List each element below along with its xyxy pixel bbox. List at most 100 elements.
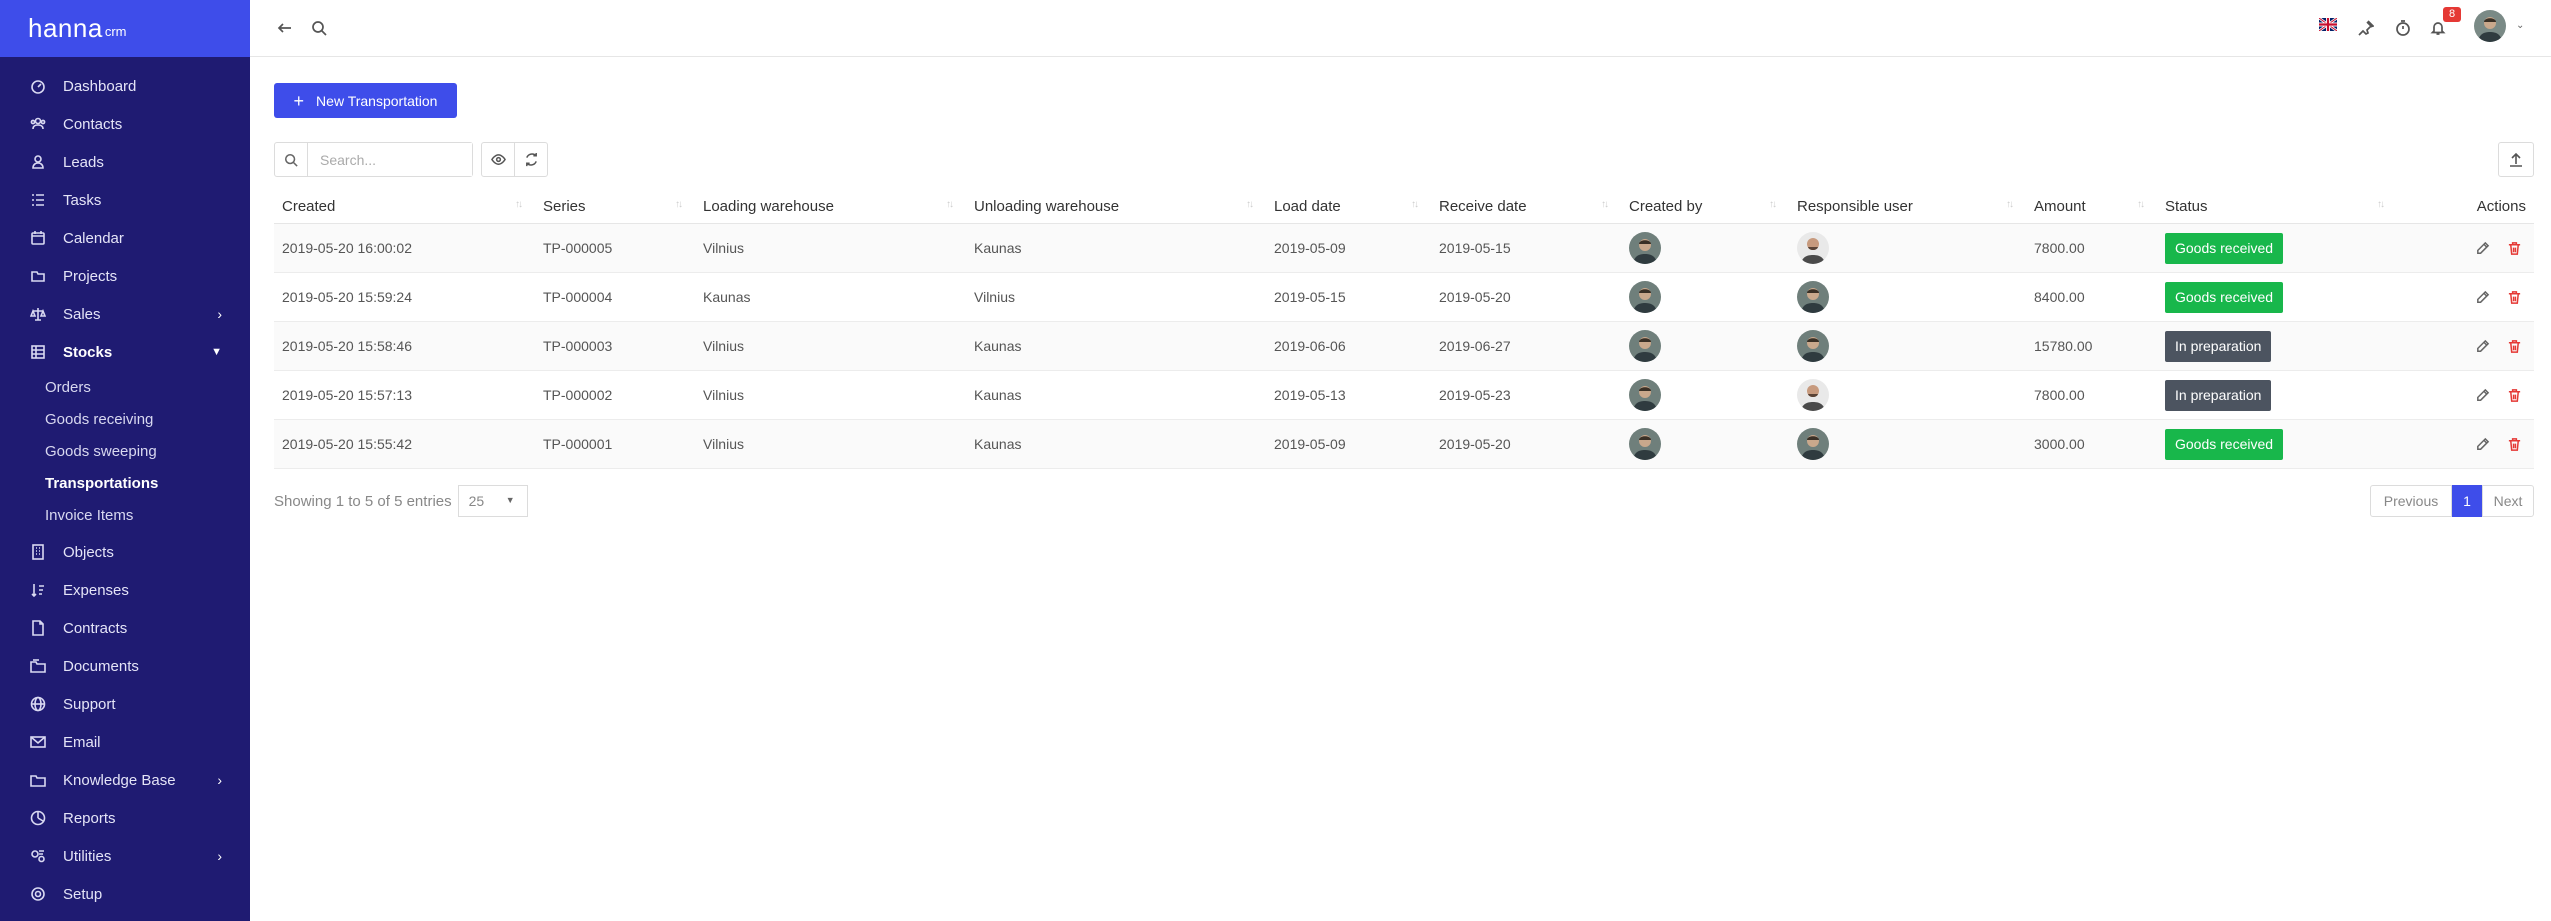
email-icon — [29, 733, 47, 751]
cell-actions — [2397, 321, 2534, 371]
table-row[interactable]: 2019-05-20 16:00:02 TP-000005 Vilnius Kauna… — [274, 223, 2534, 273]
column-header-responsible-user[interactable]: Responsible user ↑↓ — [1789, 189, 2026, 224]
table-row[interactable]: 2019-05-20 15:55:42 TP-000001 Vilnius Kauna… — [274, 419, 2534, 469]
column-header-status[interactable]: Status ↑↓ — [2157, 189, 2397, 224]
cell-receive-date: 2019-05-15 — [1431, 223, 1621, 273]
table-footer: Showing 1 to 5 of 5 entries 25 ▼ — [274, 485, 528, 517]
sidebar-item-label: Dashboard — [63, 77, 137, 95]
trash-icon[interactable] — [2502, 334, 2526, 358]
column-header-created[interactable]: Created ↑↓ — [274, 189, 535, 224]
column-header-loading-warehouse[interactable]: Loading warehouse ↑↓ — [695, 189, 966, 224]
sidebar-item-leads[interactable]: Leads — [0, 143, 250, 181]
sidebar-subitem-goods-receiving[interactable]: Goods receiving — [0, 403, 250, 435]
sidebar-item-email[interactable]: Email — [0, 723, 250, 761]
pin-icon[interactable] — [2355, 17, 2377, 39]
sidebar-item-stocks[interactable]: Stocks ▼ — [0, 333, 250, 371]
sidebar-item-reports[interactable]: Reports — [0, 799, 250, 837]
column-visibility-button[interactable] — [481, 142, 515, 177]
timer-icon[interactable] — [2392, 17, 2414, 39]
avatar[interactable] — [1629, 232, 1661, 264]
avatar[interactable] — [1629, 330, 1661, 362]
cell-amount: 7800.00 — [2026, 370, 2157, 420]
cell-loading-warehouse: Vilnius — [695, 419, 966, 469]
sidebar-item-dashboard[interactable]: Dashboard — [0, 67, 250, 105]
sidebar-item-projects[interactable]: Projects — [0, 257, 250, 295]
sidebar-item-expenses[interactable]: Expenses — [0, 571, 250, 609]
trash-icon[interactable] — [2502, 285, 2526, 309]
new-transportation-button[interactable]: + New Transportation — [274, 83, 457, 118]
sidebar-item-label: Setup — [63, 885, 103, 903]
sidebar-item-contracts[interactable]: Contracts — [0, 609, 250, 647]
column-header-load-date[interactable]: Load date ↑↓ — [1266, 189, 1431, 224]
sort-icon: ↑↓ — [1411, 199, 1419, 210]
edit-icon[interactable] — [2470, 285, 2494, 309]
edit-icon[interactable] — [2470, 236, 2494, 260]
pagination-previous[interactable]: Previous — [2370, 485, 2452, 517]
cell-loading-warehouse: Kaunas — [695, 272, 966, 322]
sidebar-subitem-invoice-items[interactable]: Invoice Items — [0, 499, 250, 531]
sidebar-item-utilities[interactable]: Utilities › — [0, 837, 250, 875]
pagination-page-1[interactable]: 1 — [2452, 485, 2482, 517]
trash-icon[interactable] — [2502, 236, 2526, 260]
refresh-icon — [525, 152, 537, 167]
avatar[interactable] — [1797, 330, 1829, 362]
logo[interactable]: hanna crm — [0, 0, 250, 57]
avatar[interactable] — [1629, 428, 1661, 460]
sidebar-subitem-goods-sweeping[interactable]: Goods sweeping — [0, 435, 250, 467]
refresh-button[interactable] — [514, 142, 548, 177]
trash-icon[interactable] — [2502, 432, 2526, 456]
sidebar-subitem-transportations[interactable]: Transportations — [0, 467, 250, 499]
cell-loading-warehouse: Vilnius — [695, 321, 966, 371]
brand-suffix: crm — [104, 24, 127, 39]
cell-created-by — [1621, 419, 1789, 469]
search-icon[interactable] — [275, 143, 308, 176]
avatar[interactable] — [1797, 232, 1829, 264]
table-row[interactable]: 2019-05-20 15:58:46 TP-000003 Vilnius Kauna… — [274, 321, 2534, 371]
cell-unloading-warehouse: Kaunas — [966, 321, 1266, 371]
cell-responsible-user — [1789, 419, 2026, 469]
avatar[interactable] — [1629, 281, 1661, 313]
column-header-series[interactable]: Series ↑↓ — [535, 189, 695, 224]
cell-created-by — [1621, 272, 1789, 322]
avatar[interactable] — [1797, 379, 1829, 411]
sidebar-item-contacts[interactable]: Contacts — [0, 105, 250, 143]
trash-icon[interactable] — [2502, 383, 2526, 407]
sidebar-item-documents[interactable]: Documents — [0, 647, 250, 685]
sidebar-item-setup[interactable]: Setup — [0, 875, 250, 913]
search-input[interactable] — [318, 143, 472, 176]
sidebar-item-tasks[interactable]: Tasks — [0, 181, 250, 219]
tasks-icon — [29, 191, 47, 209]
edit-icon[interactable] — [2470, 383, 2494, 407]
sidebar-item-support[interactable]: Support — [0, 685, 250, 723]
cell-created-by — [1621, 370, 1789, 420]
edit-icon[interactable] — [2470, 432, 2494, 456]
avatar[interactable] — [1797, 281, 1829, 313]
topbar: 8 ⌄ — [250, 0, 2551, 57]
table-row[interactable]: 2019-05-20 15:57:13 TP-000002 Vilnius Kauna… — [274, 370, 2534, 420]
edit-icon[interactable] — [2470, 334, 2494, 358]
uk-flag-icon[interactable] — [2318, 16, 2338, 33]
column-header-unloading-warehouse[interactable]: Unloading warehouse ↑↓ — [966, 189, 1266, 224]
pagination-next[interactable]: Next — [2482, 485, 2534, 517]
sidebar-item-calendar[interactable]: Calendar — [0, 219, 250, 257]
cell-load-date: 2019-05-09 — [1266, 419, 1431, 469]
sidebar-item-knowledge-base[interactable]: Knowledge Base › — [0, 761, 250, 799]
page-size-select[interactable]: 25 ▼ — [457, 485, 528, 517]
back-arrow-icon[interactable] — [274, 17, 296, 39]
stocks-subnav: Orders Goods receiving Goods sweeping Tr… — [0, 371, 250, 531]
avatar[interactable] — [1797, 428, 1829, 460]
column-header-amount[interactable]: Amount ↑↓ — [2026, 189, 2157, 224]
sidebar-item-sales[interactable]: Sales › — [0, 295, 250, 333]
table-row[interactable]: 2019-05-20 15:59:24 TP-000004 Kaunas Vilniu… — [274, 272, 2534, 322]
avatar[interactable] — [1629, 379, 1661, 411]
sidebar-subitem-orders[interactable]: Orders — [0, 371, 250, 403]
new-transportation-label: New Transportation — [316, 92, 438, 109]
user-avatar[interactable] — [2474, 10, 2506, 42]
chevron-down-icon[interactable]: ⌄ — [2516, 20, 2524, 31]
column-header-receive-date[interactable]: Receive date ↑↓ — [1431, 189, 1621, 224]
sales-icon — [29, 305, 47, 323]
export-button[interactable] — [2498, 142, 2534, 177]
column-header-created-by[interactable]: Created by ↑↓ — [1621, 189, 1789, 224]
search-icon[interactable] — [308, 17, 330, 39]
sidebar-item-objects[interactable]: Objects — [0, 533, 250, 571]
